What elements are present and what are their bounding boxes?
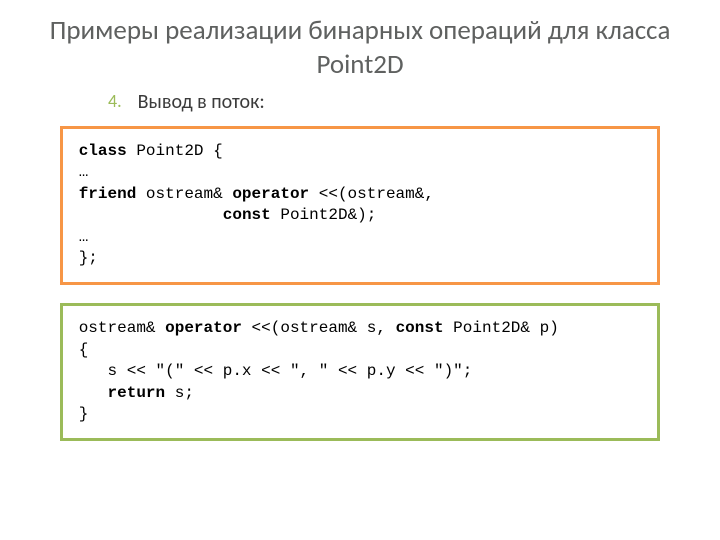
slide: Примеры реализации бинарных операций для… xyxy=(0,0,720,540)
code-definition: ostream& operator <<(ostream& s, const P… xyxy=(79,318,642,426)
subtitle-row: 4. Вывод в поток: xyxy=(30,90,690,114)
list-number: 4. xyxy=(108,90,122,112)
code-box-definition: ostream& operator <<(ostream& s, const P… xyxy=(60,303,661,441)
subtitle-text: Вывод в поток: xyxy=(138,90,265,114)
code-box-declaration: class Point2D { … friend ostream& operat… xyxy=(60,126,661,286)
code-declaration: class Point2D { … friend ostream& operat… xyxy=(79,141,642,271)
slide-title: Примеры реализации бинарных операций для… xyxy=(30,14,690,82)
